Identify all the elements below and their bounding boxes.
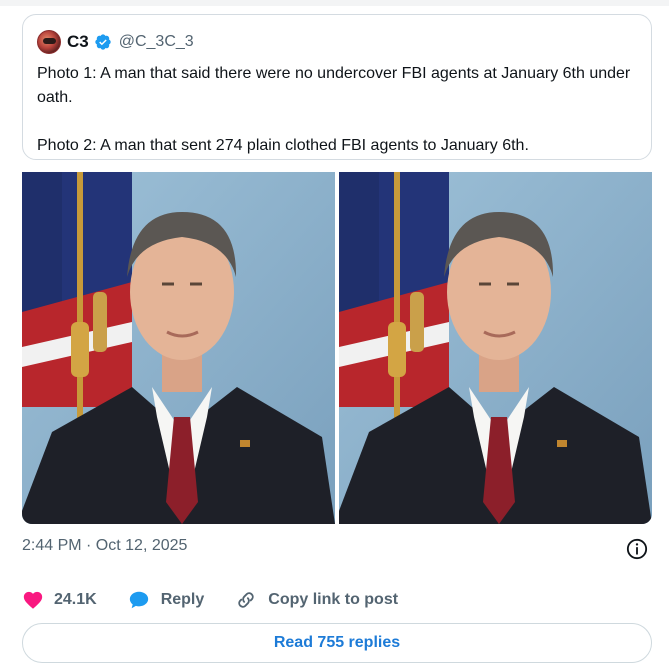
like-button[interactable]: 24.1K — [22, 589, 97, 611]
portrait-image — [22, 172, 335, 524]
action-bar: 24.1K Reply Copy link to post — [22, 587, 428, 613]
tweet-paragraph: Photo 1: A man that said there were no u… — [37, 65, 631, 106]
copy-link-button[interactable]: Copy link to post — [234, 589, 398, 611]
avatar[interactable] — [37, 30, 61, 54]
copy-link-label: Copy link to post — [268, 591, 399, 608]
read-replies-button[interactable]: Read 755 replies — [22, 623, 652, 663]
top-divider — [0, 0, 669, 6]
tweet-timestamp[interactable]: 2:44 PM · Oct 12, 2025 — [22, 537, 187, 555]
speech-bubble-icon — [129, 591, 148, 609]
portrait-image — [339, 172, 652, 524]
tweet-paragraph: Photo 2: A man that sent 274 plain cloth… — [37, 137, 529, 154]
info-icon[interactable] — [626, 538, 648, 560]
media-grid — [22, 172, 652, 524]
verified-badge-icon — [95, 34, 111, 50]
photo-2[interactable] — [339, 172, 652, 524]
photo-1[interactable] — [22, 172, 335, 524]
tweet-text: Photo 1: A man that said there were no u… — [37, 62, 645, 158]
link-icon — [238, 592, 254, 608]
like-count: 24.1K — [54, 591, 97, 608]
heart-icon — [23, 591, 43, 609]
reply-button[interactable]: Reply — [127, 589, 205, 611]
author-name[interactable]: C3 — [67, 32, 89, 52]
author-handle[interactable]: @C_3C_3 — [119, 33, 194, 51]
tweet-card[interactable]: C3 @C_3C_3 Photo 1: A man that said ther… — [22, 14, 652, 160]
tweet-header: C3 @C_3C_3 — [37, 29, 194, 55]
reply-label: Reply — [160, 591, 205, 608]
